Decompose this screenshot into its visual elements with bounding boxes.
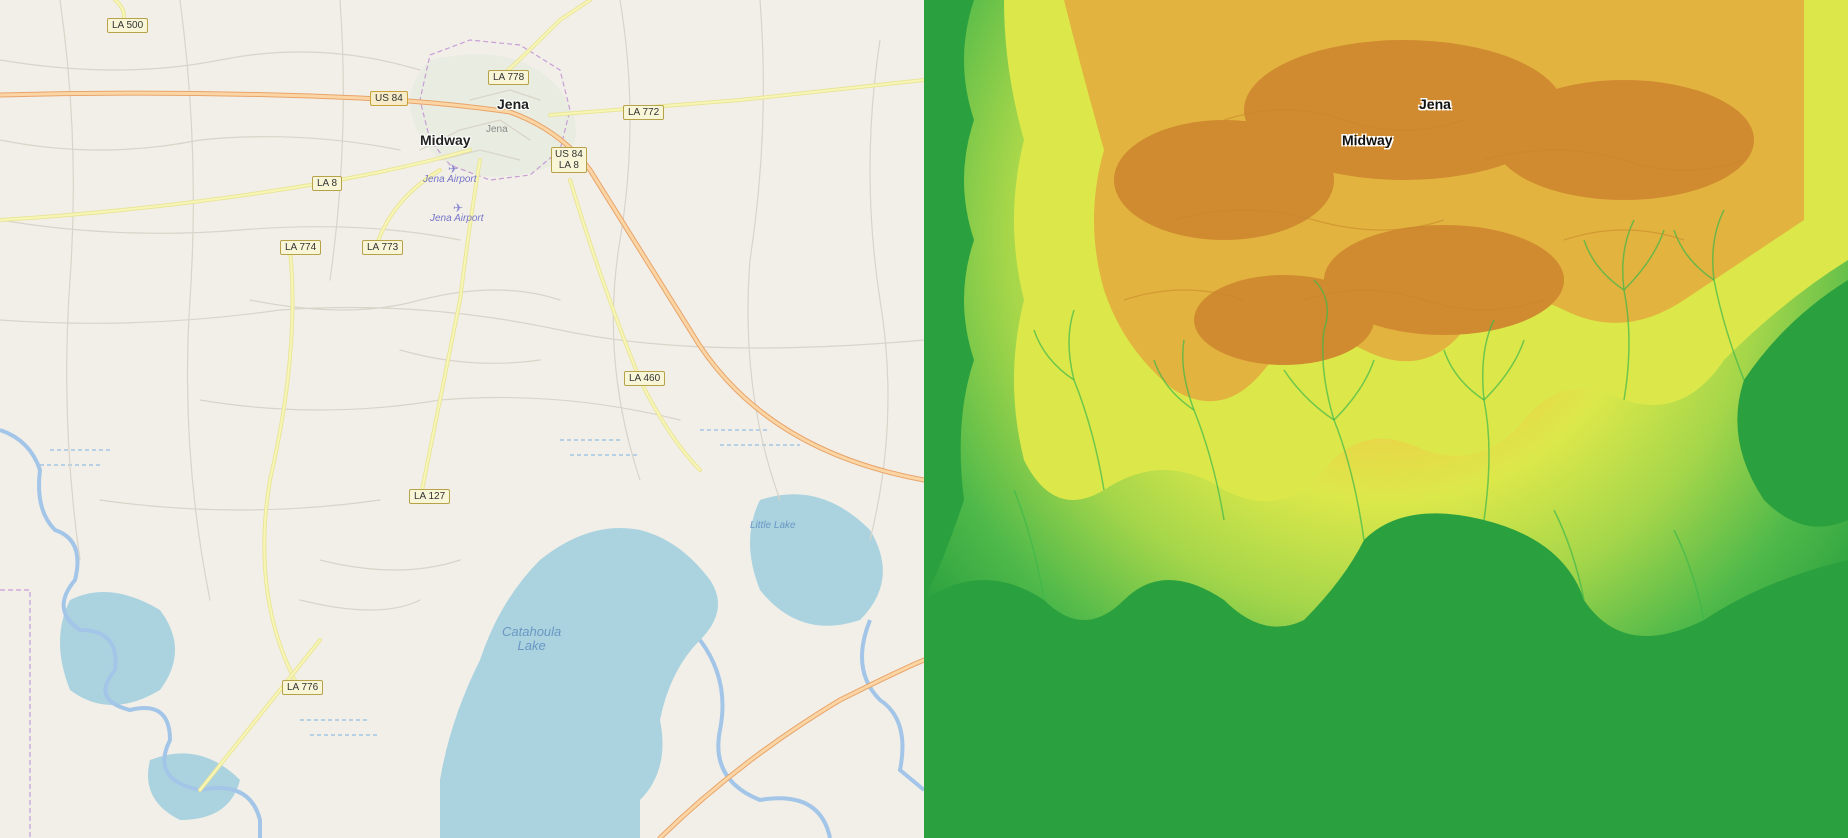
poi-airport-2: Jena Airport [430, 213, 484, 224]
town-label-jena: Jena [497, 96, 529, 112]
shield-la460: LA 460 [624, 371, 665, 386]
relief-label-jena: Jena [1419, 96, 1451, 112]
shield-la774: LA 774 [280, 240, 321, 255]
relief-map-panel[interactable]: Jena Midway [924, 0, 1848, 838]
shield-la778: LA 778 [488, 70, 529, 85]
shield-la773: LA 773 [362, 240, 403, 255]
catahoula-lake [440, 528, 718, 838]
street-map-panel[interactable]: LA 500 US 84 LA 778 LA 772 US 84 LA 8 LA… [0, 0, 924, 838]
poi-airport-1: Jena Airport [423, 174, 477, 185]
shield-la8: LA 8 [312, 176, 342, 191]
town-label-jena-small: Jena [486, 124, 508, 135]
water-label-catahoula: Catahoula Lake [502, 625, 561, 654]
river-e [700, 640, 830, 838]
town-label-midway: Midway [420, 132, 471, 148]
little-lake [750, 494, 883, 625]
shield-la772: LA 772 [623, 105, 664, 120]
shield-us84: US 84 [370, 91, 408, 106]
shield-la127: LA 127 [409, 489, 450, 504]
shield-us84-la8: US 84 LA 8 [551, 147, 587, 173]
relief-label-midway: Midway [1342, 132, 1393, 148]
parish-boundary [0, 590, 30, 838]
small-lakes-sw [60, 592, 175, 705]
relief-lowland [924, 513, 1848, 838]
river-e2 [862, 620, 924, 790]
street-map-canvas[interactable] [0, 0, 924, 838]
shield-la776: LA 776 [282, 680, 323, 695]
relief-lowland-w [924, 0, 974, 600]
water-label-little-lake: Little Lake [750, 520, 796, 531]
relief-map-canvas[interactable] [924, 0, 1848, 838]
shield-la500: LA 500 [107, 18, 148, 33]
